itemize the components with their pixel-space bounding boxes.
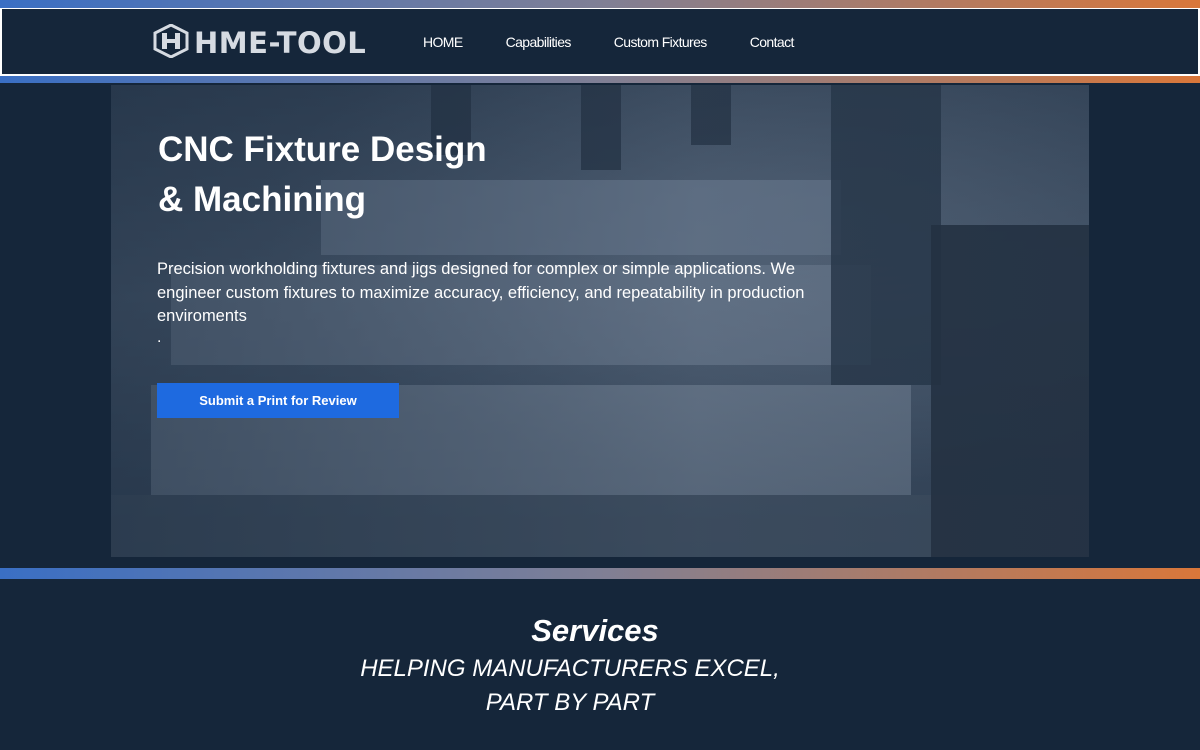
nav-item-capabilities[interactable]: Capabilities [506, 34, 572, 50]
hero-title-line1: CNC Fixture Design [158, 130, 487, 169]
logo[interactable]: HME-TOOL [152, 22, 367, 63]
nav-item-home[interactable]: HOME [423, 34, 463, 50]
hero-description: Precision workholding fixtures and jigs … [157, 260, 805, 325]
services-title: Services [531, 613, 659, 648]
services-subtitle: HELPING MANUFACTURERS EXCEL, PART BY PAR… [0, 652, 1140, 720]
logo-mark-icon [152, 22, 190, 63]
section-gradient-line [0, 568, 1200, 579]
logo-text: HME-TOOL [194, 26, 367, 60]
submit-print-button[interactable]: Submit a Print for Review [157, 383, 399, 418]
site-header: HME-TOOL HOME Capabilities Custom Fixtur… [0, 8, 1200, 76]
nav-item-contact[interactable]: Contact [750, 34, 795, 50]
top-gradient-line [0, 0, 1200, 8]
main-nav: HOME Capabilities Custom Fixtures Contac… [423, 34, 794, 50]
services-subtitle-line1: HELPING MANUFACTURERS EXCEL, [360, 655, 780, 682]
nav-item-custom-fixtures[interactable]: Custom Fixtures [614, 34, 708, 50]
header-gradient-line [0, 76, 1200, 83]
hero-title-line2: & Machining [158, 180, 367, 219]
hero-trailing-dot: . [157, 329, 162, 346]
hero-title: CNC Fixture Design & Machining [158, 125, 487, 225]
services-subtitle-line2: PART BY PART [485, 689, 655, 716]
